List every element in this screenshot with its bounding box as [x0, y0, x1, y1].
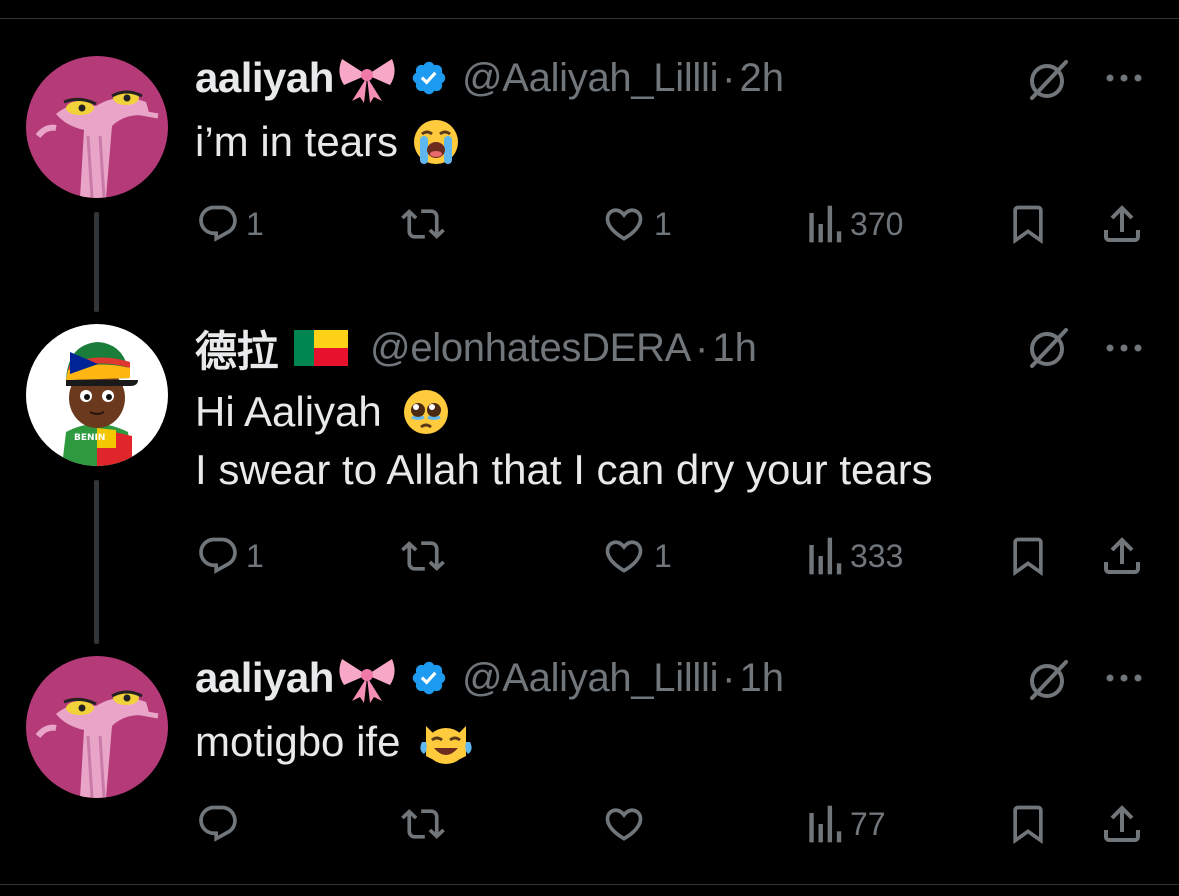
reply-button[interactable]: 1 [196, 196, 264, 252]
share-icon [1104, 205, 1140, 242]
bookmark-button[interactable] [1006, 196, 1050, 252]
verified-badge-icon [410, 659, 448, 697]
share-icon [1104, 537, 1140, 574]
views-button[interactable]: 370 [804, 196, 903, 252]
cat-with-tears-of-joy-emoji [418, 716, 474, 768]
tweet-text: Hi Aaliyah [195, 386, 452, 438]
heart-icon [605, 540, 643, 573]
bookmark-button[interactable] [1006, 528, 1050, 584]
views-button[interactable]: 77 [804, 796, 886, 852]
tweet-text: motigbo ife [195, 716, 474, 768]
reply-icon [199, 537, 237, 574]
view-count: 370 [850, 205, 904, 242]
reply-button[interactable] [196, 796, 246, 852]
separator-dot: · [722, 55, 736, 100]
reply-count: 1 [246, 205, 264, 242]
like-count: 1 [654, 537, 672, 574]
handle[interactable]: @Aaliyah_Lillli [462, 656, 719, 701]
pleading-face-emoji [400, 386, 452, 438]
heart-icon [605, 808, 643, 841]
timestamp[interactable]: 1h [740, 656, 785, 701]
more-options-icon[interactable] [1102, 656, 1146, 700]
tweet-text-line: Hi Aaliyah [195, 388, 382, 435]
grok-icon[interactable] [1024, 656, 1072, 704]
tweet-header: aaliyah @Aaliyah_Lillli · 2h [195, 52, 784, 104]
like-button[interactable] [600, 796, 654, 852]
views-icon [809, 537, 842, 575]
avatar[interactable] [26, 56, 168, 198]
display-name[interactable]: 德拉 [195, 318, 279, 379]
handle[interactable]: @elonhatesDERA [370, 326, 691, 371]
reply-button[interactable]: 1 [196, 528, 264, 584]
cartoon-boy-avatar: BENIN [26, 324, 168, 466]
tweet-text-line: i’m in tears [195, 118, 399, 165]
reply-icon [199, 205, 237, 242]
action-bar: 77 [0, 796, 1179, 852]
grok-icon[interactable] [1024, 56, 1072, 104]
verified-badge-icon [410, 59, 448, 97]
separator-dot: · [695, 325, 709, 370]
reply-count: 1 [246, 537, 264, 574]
heart-icon [605, 208, 643, 241]
timestamp[interactable]: 2h [740, 56, 785, 101]
tweet-text-line: I swear to Allah that I can dry your tea… [195, 446, 933, 493]
avatar[interactable]: BENIN [26, 324, 168, 466]
more-options-icon[interactable] [1102, 326, 1146, 370]
repost-button[interactable] [398, 196, 454, 252]
loudly-crying-face-emoji [410, 116, 462, 168]
ribbon-emoji [336, 53, 398, 103]
views-button[interactable]: 333 [804, 528, 903, 584]
benin-flag-emoji [294, 330, 349, 366]
tweet-header: aaliyah @Aaliyah_Lillli · 1h [195, 652, 784, 704]
separator-dot: · [722, 655, 736, 700]
tweet-text: i’m in tears [195, 116, 462, 168]
display-name[interactable]: aaliyah [195, 54, 334, 102]
more-options-icon[interactable] [1102, 56, 1146, 100]
pink-panther-avatar [26, 656, 168, 798]
thread-view: aaliyah @Aaliyah_Lillli · 2h i’m in tear… [0, 0, 1179, 896]
like-count: 1 [654, 205, 672, 242]
ribbon-emoji [336, 653, 398, 703]
top-divider [0, 18, 1179, 19]
grok-icon[interactable] [1024, 324, 1072, 372]
bookmark-icon [1013, 805, 1043, 845]
pink-panther-avatar [26, 56, 168, 198]
action-bar: 1 1 370 [0, 196, 1179, 252]
timestamp[interactable]: 1h [712, 326, 757, 371]
avatar-shirt-text: BENIN [74, 433, 105, 443]
like-button[interactable]: 1 [600, 196, 672, 252]
views-icon [809, 805, 842, 843]
handle[interactable]: @Aaliyah_Lillli [462, 56, 719, 101]
bookmark-icon [1013, 205, 1043, 245]
repost-icon [401, 809, 445, 839]
share-button[interactable] [1098, 196, 1146, 252]
view-count: 333 [850, 537, 904, 574]
tweet-text: I swear to Allah that I can dry your tea… [195, 446, 933, 494]
bottom-divider [0, 884, 1179, 885]
views-icon [809, 205, 842, 243]
repost-icon [401, 541, 445, 571]
avatar[interactable] [26, 656, 168, 798]
share-button[interactable] [1098, 796, 1146, 852]
tweet-text-line: motigbo ife [195, 718, 401, 765]
share-icon [1104, 805, 1140, 842]
view-count: 77 [850, 805, 886, 842]
share-button[interactable] [1098, 528, 1146, 584]
bookmark-button[interactable] [1006, 796, 1050, 852]
bookmark-icon [1013, 537, 1043, 577]
like-button[interactable]: 1 [600, 528, 672, 584]
reply-icon [199, 805, 237, 842]
repost-button[interactable] [398, 528, 454, 584]
tweet-header: 德拉 @elonhatesDERA · 1h [195, 322, 757, 375]
action-bar: 1 1 333 [0, 528, 1179, 584]
display-name[interactable]: aaliyah [195, 654, 334, 702]
repost-icon [401, 209, 445, 239]
repost-button[interactable] [398, 796, 454, 852]
